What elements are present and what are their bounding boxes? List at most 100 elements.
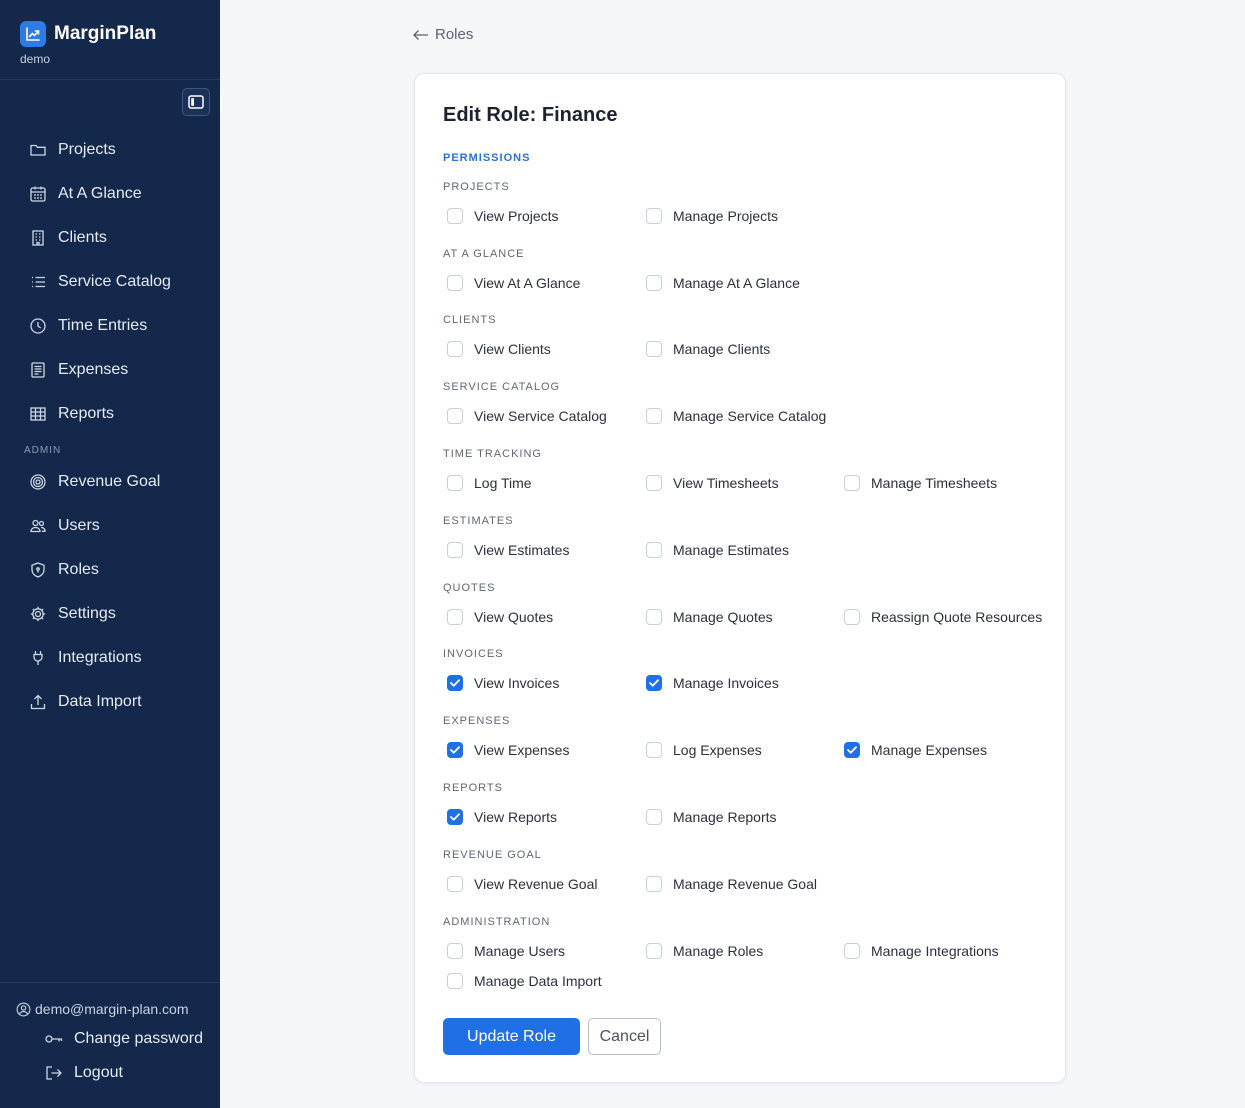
sidebar-item-revenue-goal[interactable]: Revenue Goal (28, 470, 160, 494)
permission-label: Manage Roles (673, 943, 764, 959)
permission-manage-service-catalog[interactable]: Manage Service Catalog (646, 408, 826, 424)
permission-label: Manage Integrations (871, 943, 999, 959)
sidebar-toggle-icon (188, 95, 204, 109)
permission-checkbox[interactable] (447, 809, 463, 825)
permission-checkbox[interactable] (447, 876, 463, 892)
permission-checkbox[interactable] (646, 742, 662, 758)
permission-manage-quotes[interactable]: Manage Quotes (646, 609, 773, 625)
building-icon (28, 228, 48, 248)
sidebar-item-projects[interactable]: Projects (28, 138, 116, 162)
back-to-roles-link[interactable]: Roles (413, 26, 473, 43)
permission-checkbox[interactable] (646, 809, 662, 825)
change-password-link[interactable]: Change password (44, 1030, 203, 1048)
key-icon (45, 1035, 63, 1043)
permission-checkbox[interactable] (646, 341, 662, 357)
permission-checkbox[interactable] (447, 742, 463, 758)
permission-checkbox[interactable] (447, 973, 463, 989)
permission-manage-at-a-glance[interactable]: Manage At A Glance (646, 275, 800, 291)
permission-view-at-a-glance[interactable]: View At A Glance (447, 275, 580, 291)
permission-label: Manage Reports (673, 809, 777, 825)
sidebar-item-expenses[interactable]: Expenses (28, 358, 128, 382)
permission-manage-users[interactable]: Manage Users (447, 943, 565, 959)
permission-checkbox[interactable] (646, 275, 662, 291)
permission-manage-timesheets[interactable]: Manage Timesheets (844, 475, 997, 491)
permission-manage-revenue-goal[interactable]: Manage Revenue Goal (646, 876, 817, 892)
permission-checkbox[interactable] (447, 341, 463, 357)
permission-label: View Revenue Goal (474, 876, 598, 892)
check-icon (450, 746, 460, 754)
permission-checkbox[interactable] (447, 943, 463, 959)
permission-manage-invoices[interactable]: Manage Invoices (646, 675, 779, 691)
permission-checkbox[interactable] (646, 208, 662, 224)
permission-view-projects[interactable]: View Projects (447, 208, 559, 224)
permission-label: Manage Timesheets (871, 475, 998, 491)
update-role-button[interactable]: Update Role (443, 1018, 580, 1055)
permission-reassign-quote-resources[interactable]: Reassign Quote Resources (844, 609, 1042, 625)
permission-label: View Projects (474, 208, 559, 224)
edit-role-card: Edit Role: Finance PERMISSIONS PROJECTS V… (414, 73, 1066, 1083)
sidebar-item-clients[interactable]: Clients (28, 226, 107, 250)
permission-view-service-catalog[interactable]: View Service Catalog (447, 408, 607, 424)
permission-manage-projects[interactable]: Manage Projects (646, 208, 778, 224)
sidebar-item-data-import[interactable]: Data Import (28, 690, 142, 714)
brand[interactable]: MarginPlan (20, 21, 156, 47)
permission-view-estimates[interactable]: View Estimates (447, 542, 569, 558)
permission-checkbox[interactable] (646, 675, 662, 691)
permission-view-timesheets[interactable]: View Timesheets (646, 475, 779, 491)
permission-manage-clients[interactable]: Manage Clients (646, 341, 770, 357)
sidebar-item-service-catalog[interactable]: Service Catalog (28, 270, 171, 294)
permission-checkbox[interactable] (447, 208, 463, 224)
permission-log-time[interactable]: Log Time (447, 475, 532, 491)
permission-checkbox[interactable] (447, 609, 463, 625)
permission-manage-roles[interactable]: Manage Roles (646, 943, 763, 959)
check-icon (847, 746, 857, 754)
permission-view-quotes[interactable]: View Quotes (447, 609, 553, 625)
permission-manage-integrations[interactable]: Manage Integrations (844, 943, 999, 959)
permission-checkbox[interactable] (844, 742, 860, 758)
check-icon (450, 813, 460, 821)
permission-checkbox[interactable] (447, 475, 463, 491)
permission-group-label: PROJECTS (443, 181, 510, 193)
sidebar-item-time-entries[interactable]: Time Entries (28, 314, 147, 338)
permissions-heading: PERMISSIONS (443, 152, 531, 164)
permission-checkbox[interactable] (447, 542, 463, 558)
permission-checkbox[interactable] (646, 876, 662, 892)
sidebar-item-integrations[interactable]: Integrations (28, 646, 142, 670)
cancel-button[interactable]: Cancel (588, 1018, 661, 1055)
sidebar-item-users[interactable]: Users (28, 514, 100, 538)
permission-checkbox[interactable] (646, 408, 662, 424)
permission-label: Manage Clients (673, 341, 771, 357)
sidebar-item-settings[interactable]: Settings (28, 602, 116, 626)
permission-checkbox[interactable] (646, 542, 662, 558)
target-icon (28, 472, 48, 492)
permission-checkbox[interactable] (844, 943, 860, 959)
permission-manage-reports[interactable]: Manage Reports (646, 809, 777, 825)
permission-checkbox[interactable] (447, 675, 463, 691)
permission-checkbox[interactable] (646, 475, 662, 491)
permission-group-label: CLIENTS (443, 314, 497, 326)
sidebar-item-label: Users (58, 517, 100, 534)
permission-log-expenses[interactable]: Log Expenses (646, 742, 762, 758)
permission-view-revenue-goal[interactable]: View Revenue Goal (447, 876, 597, 892)
permission-label: Manage Quotes (673, 609, 773, 625)
permission-checkbox[interactable] (844, 475, 860, 491)
permission-group-label: AT A GLANCE (443, 248, 525, 260)
permission-manage-estimates[interactable]: Manage Estimates (646, 542, 789, 558)
permission-view-invoices[interactable]: View Invoices (447, 675, 559, 691)
collapse-sidebar-button[interactable] (182, 88, 210, 116)
permission-checkbox[interactable] (646, 609, 662, 625)
permission-view-clients[interactable]: View Clients (447, 341, 551, 357)
sidebar-item-at-a-glance[interactable]: At A Glance (28, 182, 142, 206)
permission-manage-expenses[interactable]: Manage Expenses (844, 742, 987, 758)
permission-checkbox[interactable] (447, 275, 463, 291)
sidebar-item-reports[interactable]: Reports (28, 402, 114, 426)
logout-link[interactable]: Logout (44, 1064, 123, 1082)
permission-manage-data-import[interactable]: Manage Data Import (447, 973, 602, 989)
permission-checkbox[interactable] (646, 943, 662, 959)
permission-view-reports[interactable]: View Reports (447, 809, 557, 825)
permission-view-expenses[interactable]: View Expenses (447, 742, 569, 758)
sidebar-item-roles[interactable]: Roles (28, 558, 99, 582)
sidebar-item-label: Roles (58, 561, 99, 578)
permission-checkbox[interactable] (844, 609, 860, 625)
permission-checkbox[interactable] (447, 408, 463, 424)
